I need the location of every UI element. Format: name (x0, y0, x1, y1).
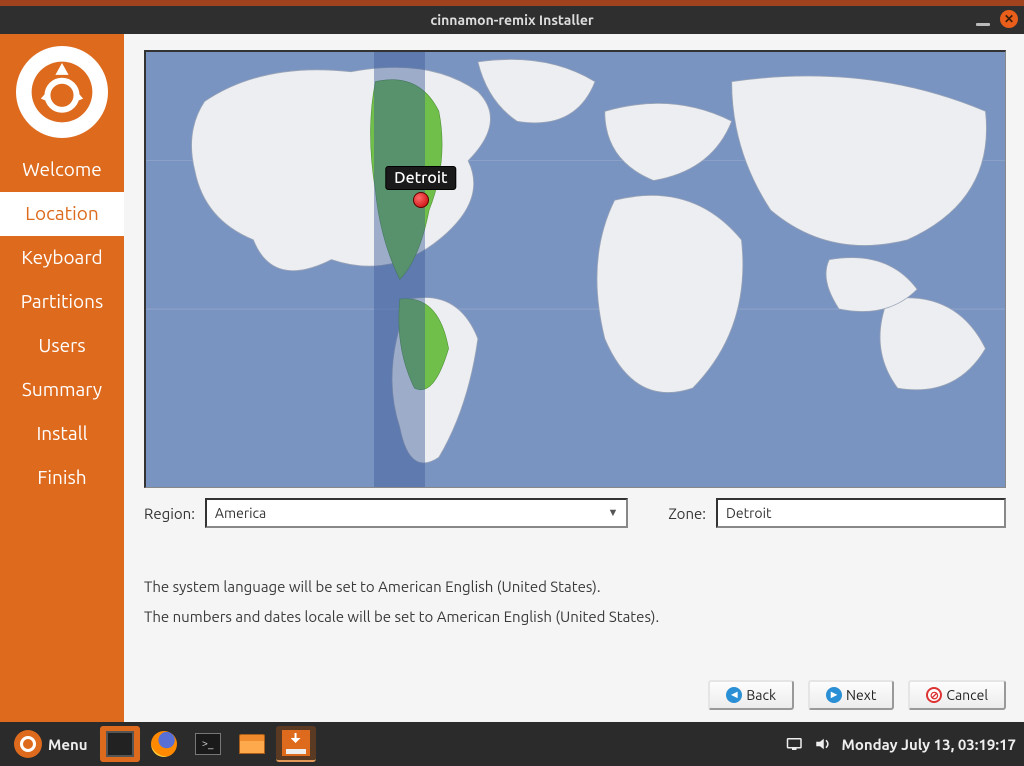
firefox-icon (151, 731, 177, 757)
chevron-down-icon: ▼ (607, 507, 618, 519)
region-label: Region: (144, 505, 195, 522)
locale-info-text: The numbers and dates locale will be set… (144, 602, 1006, 632)
clock[interactable]: Monday July 13, 03:19:17 (842, 736, 1016, 753)
sidebar-item-users[interactable]: Users (0, 324, 124, 368)
language-info-text: The system language will be set to Ameri… (144, 572, 1006, 602)
folder-icon (239, 734, 265, 754)
taskbar-installer[interactable] (276, 726, 316, 762)
timezone-band (374, 52, 426, 487)
installer-content: Detroit Region: America ▼ Zone: Detroit … (124, 34, 1024, 722)
cancel-button-label: Cancel (946, 687, 988, 703)
back-button-label: Back (746, 687, 776, 703)
sidebar-item-welcome[interactable]: Welcome (0, 148, 124, 192)
zone-combobox[interactable]: Detroit (716, 498, 1006, 528)
next-button[interactable]: ► Next (808, 680, 894, 710)
sound-icon[interactable] (814, 736, 832, 752)
timezone-map[interactable]: Detroit (144, 50, 1006, 488)
sidebar-item-location[interactable]: Location (0, 192, 124, 236)
menu-button[interactable]: Menu (6, 726, 96, 762)
menu-label: Menu (48, 736, 88, 753)
sidebar-item-label: Finish (37, 466, 86, 488)
pin-icon (413, 192, 429, 208)
window-close-button[interactable]: ✕ (1000, 10, 1018, 28)
next-button-label: Next (846, 687, 876, 703)
distro-logo-icon (16, 46, 108, 138)
sidebar-item-install[interactable]: Install (0, 412, 124, 456)
monitor-icon (106, 731, 134, 757)
back-button[interactable]: ◄ Back (708, 680, 794, 710)
taskbar-firefox[interactable] (144, 726, 184, 762)
sidebar-item-label: Partitions (21, 290, 104, 312)
installer-icon (282, 730, 310, 756)
window-minimize-button[interactable] (976, 23, 990, 26)
prohibit-icon: ⊘ (926, 687, 942, 703)
sidebar-item-summary[interactable]: Summary (0, 368, 124, 412)
cancel-button[interactable]: ⊘ Cancel (908, 680, 1006, 710)
arrow-left-icon: ◄ (726, 687, 742, 703)
sidebar-item-label: Users (38, 334, 85, 356)
timezone-pin-label: Detroit (385, 166, 456, 190)
sidebar-item-label: Welcome (22, 158, 102, 180)
installer-window: Welcome Location Keyboard Partitions Use… (0, 34, 1024, 722)
sidebar-item-partitions[interactable]: Partitions (0, 280, 124, 324)
sidebar-item-label: Install (36, 422, 87, 444)
taskbar-show-desktop[interactable] (100, 726, 140, 762)
timezone-pin: Detroit (413, 192, 429, 208)
sidebar-item-label: Keyboard (21, 246, 102, 268)
region-combobox[interactable]: America ▼ (205, 498, 628, 528)
sidebar-item-keyboard[interactable]: Keyboard (0, 236, 124, 280)
taskbar-terminal[interactable]: >_ (188, 726, 228, 762)
arrow-right-icon: ► (826, 687, 842, 703)
sidebar-item-label: Summary (22, 378, 102, 400)
sidebar-item-label: Location (25, 202, 98, 224)
zone-value: Detroit (726, 505, 772, 521)
installer-sidebar: Welcome Location Keyboard Partitions Use… (0, 34, 124, 722)
terminal-icon: >_ (195, 733, 221, 755)
zone-label: Zone: (668, 505, 706, 522)
window-titlebar: cinnamon-remix Installer ✕ (0, 6, 1024, 34)
menu-logo-icon (14, 730, 42, 758)
sidebar-item-finish[interactable]: Finish (0, 456, 124, 500)
taskbar: Menu >_ Monday July 13, 03:19:17 (0, 722, 1024, 766)
region-value: America (215, 505, 266, 521)
window-title: cinnamon-remix Installer (430, 12, 593, 28)
network-icon[interactable] (786, 736, 804, 752)
taskbar-files[interactable] (232, 726, 272, 762)
